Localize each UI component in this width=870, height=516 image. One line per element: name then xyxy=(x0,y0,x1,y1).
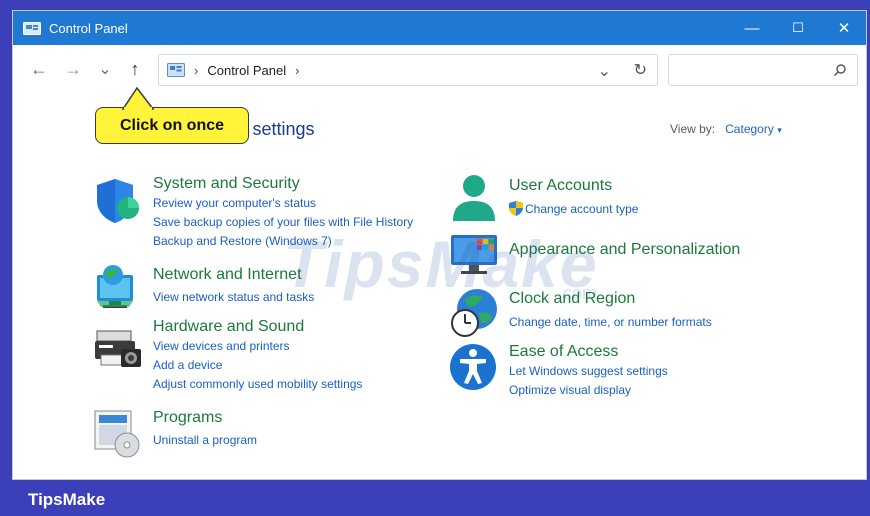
view-by-value: Category xyxy=(725,122,774,136)
link-date-time-formats[interactable]: Change date, time, or number formats xyxy=(509,315,712,329)
watermark-suffix: .com xyxy=(558,283,598,303)
category-system-and-security[interactable]: System and Security xyxy=(153,175,300,193)
link-review-computer-status[interactable]: Review your computer's status xyxy=(153,196,316,210)
search-icon xyxy=(833,64,846,77)
back-arrow-icon: ← xyxy=(30,58,48,79)
breadcrumb-separator[interactable]: › xyxy=(295,63,299,78)
minimize-icon: — xyxy=(744,19,760,37)
breadcrumb-control-panel[interactable]: Control Panel xyxy=(207,63,286,78)
callout-pointer xyxy=(121,87,155,110)
category-programs[interactable]: Programs xyxy=(153,409,222,427)
chevron-down-icon: ⌄ xyxy=(98,61,112,78)
navigation-bar: ← → ⌄ ↑ › Control Panel › ⌄ ↻ xyxy=(13,45,866,93)
link-devices-printers[interactable]: View devices and printers xyxy=(153,339,290,353)
category-network-and-internet[interactable]: Network and Internet xyxy=(153,266,302,284)
address-dropdown-icon[interactable]: ⌄ xyxy=(598,61,611,81)
category-ease-of-access[interactable]: Ease of Access xyxy=(509,343,618,361)
close-button[interactable]: ✕ xyxy=(821,11,867,45)
view-by-dropdown[interactable]: Category ▾ xyxy=(725,122,782,136)
caret-down-icon: ▾ xyxy=(777,125,782,135)
control-panel-window: Control Panel — ☐ ✕ ← → ⌄ ↑ › Control Pa… xyxy=(12,10,867,480)
address-bar[interactable]: › Control Panel › ⌄ ↻ xyxy=(158,54,658,86)
forward-arrow-icon: → xyxy=(64,58,82,79)
user-accounts-icon[interactable] xyxy=(449,173,501,225)
shield-icon[interactable] xyxy=(93,175,145,227)
view-by-label: View by: xyxy=(670,122,716,136)
watermark: TipsMake xyxy=(283,227,599,301)
link-uninstall-program[interactable]: Uninstall a program xyxy=(153,433,257,447)
back-button[interactable]: ← xyxy=(27,57,51,81)
category-user-accounts[interactable]: User Accounts xyxy=(509,177,612,195)
printer-icon[interactable] xyxy=(93,323,145,375)
minimize-button[interactable]: — xyxy=(729,11,775,45)
link-mobility-settings[interactable]: Adjust commonly used mobility settings xyxy=(153,377,362,391)
category-hardware-and-sound[interactable]: Hardware and Sound xyxy=(153,318,304,336)
link-optimize-visual-display[interactable]: Optimize visual display xyxy=(509,383,631,397)
link-change-account-type[interactable]: Change account type xyxy=(525,202,638,216)
up-button[interactable]: ↑ xyxy=(123,57,147,81)
search-input[interactable] xyxy=(668,54,858,86)
maximize-button[interactable]: ☐ xyxy=(775,11,821,45)
control-panel-location-icon xyxy=(167,63,185,77)
view-by-control: View by: Category ▾ xyxy=(670,122,782,136)
footer-brand: TipsMake xyxy=(28,490,106,509)
window-title: Control Panel xyxy=(49,20,128,36)
control-panel-app-icon xyxy=(23,22,41,35)
recent-locations-button[interactable]: ⌄ xyxy=(93,57,117,81)
network-globe-icon[interactable] xyxy=(93,261,145,313)
breadcrumb-separator[interactable]: › xyxy=(194,63,198,78)
programs-disc-icon[interactable] xyxy=(93,409,145,461)
refresh-icon[interactable]: ↻ xyxy=(634,60,647,80)
link-add-device[interactable]: Add a device xyxy=(153,358,222,372)
close-icon: ✕ xyxy=(837,20,851,37)
accessibility-icon[interactable] xyxy=(449,341,501,393)
uac-shield-icon xyxy=(509,201,523,216)
up-arrow-icon: ↑ xyxy=(130,58,140,79)
callout-tooltip: Click on once xyxy=(95,107,249,144)
title-bar[interactable]: Control Panel — ☐ ✕ xyxy=(13,11,866,45)
link-windows-suggest-settings[interactable]: Let Windows suggest settings xyxy=(509,364,668,378)
maximize-icon: ☐ xyxy=(792,20,804,35)
forward-button[interactable]: → xyxy=(61,57,85,81)
